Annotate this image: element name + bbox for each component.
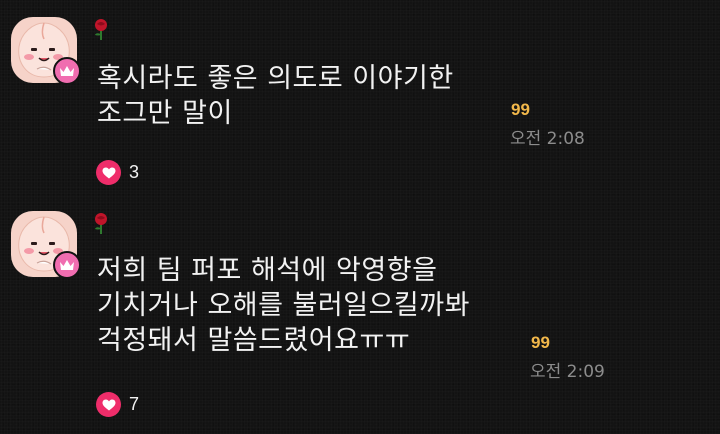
message-text: 저희 팀 퍼포 해석에 악영향을 기치거나 오해를 불러일으킬까봐 걱정돼서 말… [97, 255, 470, 356]
message-text: 혹시라도 좋은 의도로 이야기한 조그만 말이 [97, 63, 454, 129]
heart-icon [96, 160, 121, 185]
rose-icon [92, 211, 110, 235]
avatar[interactable] [11, 211, 81, 279]
heart-icon [96, 392, 121, 417]
reaction-badge[interactable]: 7 [96, 392, 139, 417]
chat-message: 저희 팀 퍼포 해석에 악영향을 기치거나 오해를 불러일으킬까봐 걱정돼서 말… [0, 211, 720, 434]
crown-icon [53, 251, 81, 279]
reaction-badge[interactable]: 3 [96, 160, 139, 185]
unread-count: 99 [511, 100, 530, 119]
message-time: 오전 2:09 [530, 362, 605, 382]
rose-icon [92, 17, 110, 41]
unread-count: 99 [531, 333, 550, 352]
reaction-count: 7 [129, 394, 140, 414]
reaction-count: 3 [129, 162, 140, 182]
avatar[interactable] [11, 17, 81, 85]
chat-message: 혹시라도 좋은 의도로 이야기한 조그만 말이 99 오전 2:08 3 [0, 17, 720, 197]
crown-icon [53, 57, 81, 85]
message-time: 오전 2:08 [510, 129, 585, 149]
